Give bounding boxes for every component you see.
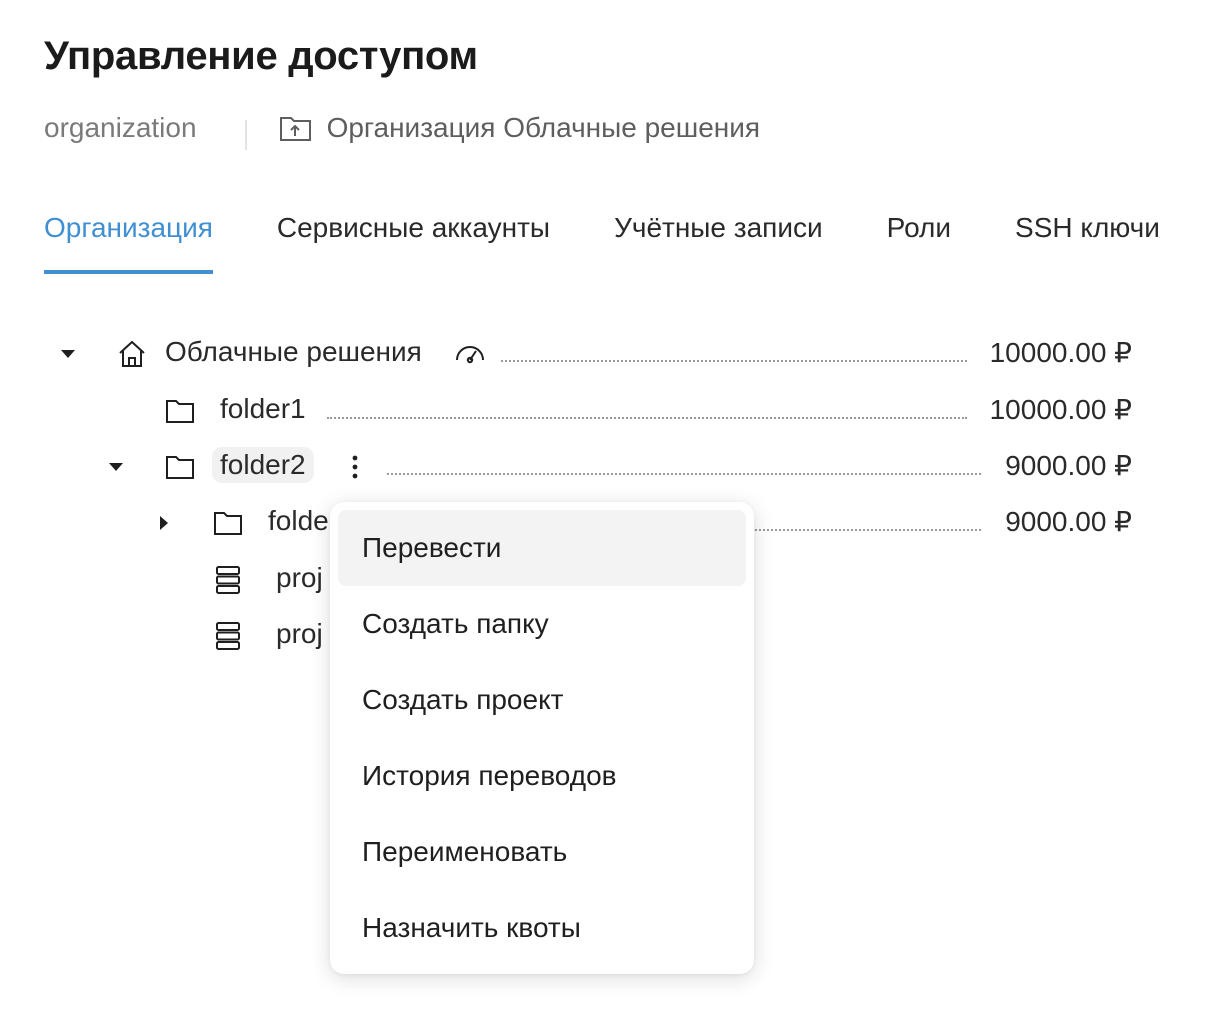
tree-label-subfolder[interactable]: folde — [268, 505, 329, 537]
dotted-leader — [327, 417, 967, 419]
tree-label-root[interactable]: Облачные решения — [165, 336, 422, 368]
tab-service-accounts[interactable]: Сервисные аккаунты — [277, 212, 550, 274]
amount-subfolder: 9000.00 ₽ — [1005, 506, 1132, 537]
divider — [244, 120, 247, 150]
home-icon — [116, 338, 148, 370]
amount-root: 10000.00 ₽ — [989, 337, 1132, 368]
folder-icon — [164, 451, 196, 483]
menu-item-transfer[interactable]: Перевести — [338, 510, 746, 586]
tree-row-root[interactable]: Облачные решения 10000.00 ₽ — [0, 326, 1220, 382]
context-menu: Перевести Создать папку Создать проект И… — [330, 502, 754, 974]
tree-label-folder2[interactable]: folder2 — [212, 447, 314, 483]
tab-organization[interactable]: Организация — [44, 212, 213, 274]
dotted-leader — [501, 360, 967, 362]
tab-accounts[interactable]: Учётные записи — [614, 212, 823, 274]
tree-label-folder1[interactable]: folder1 — [220, 393, 306, 425]
caret-down-icon[interactable] — [106, 457, 126, 477]
tree-row-folder2[interactable]: folder2 9000.00 ₽ — [0, 439, 1220, 495]
more-vertical-icon[interactable] — [343, 451, 367, 483]
amount-folder1: 10000.00 ₽ — [989, 394, 1132, 425]
org-id: organization — [44, 112, 197, 143]
amount-folder2: 9000.00 ₽ — [1005, 450, 1132, 481]
menu-item-transfer-history[interactable]: История переводов — [338, 738, 746, 814]
menu-item-assign-quotas[interactable]: Назначить квоты — [338, 890, 746, 966]
tree-row-folder1[interactable]: folder1 10000.00 ₽ — [0, 383, 1220, 439]
tabs: Организация Сервисные аккаунты Учётные з… — [44, 212, 1160, 274]
menu-item-rename[interactable]: Переименовать — [338, 814, 746, 890]
subheader: organization Организация Облачные решени… — [44, 108, 760, 150]
dotted-leader — [740, 529, 981, 531]
server-icon — [212, 620, 244, 652]
folder-icon — [212, 507, 244, 539]
caret-down-icon[interactable] — [58, 344, 78, 364]
caret-right-icon[interactable] — [154, 513, 174, 533]
tree-label-project[interactable]: proj — [276, 618, 323, 650]
dotted-leader — [387, 473, 981, 475]
folder-upload-icon — [279, 113, 313, 143]
menu-item-create-project[interactable]: Создать проект — [338, 662, 746, 738]
tree-label-project[interactable]: proj — [276, 562, 323, 594]
speedometer-icon[interactable] — [454, 338, 486, 370]
org-link-label: Организация Облачные решения — [326, 112, 761, 143]
org-link[interactable]: Организация Облачные решения — [279, 112, 760, 144]
folder-icon — [164, 395, 196, 427]
tab-ssh-keys[interactable]: SSH ключи — [1015, 212, 1160, 274]
tab-roles[interactable]: Роли — [887, 212, 951, 274]
server-icon — [212, 564, 244, 596]
page-title: Управление доступом — [44, 34, 478, 78]
menu-item-create-folder[interactable]: Создать папку — [338, 586, 746, 662]
